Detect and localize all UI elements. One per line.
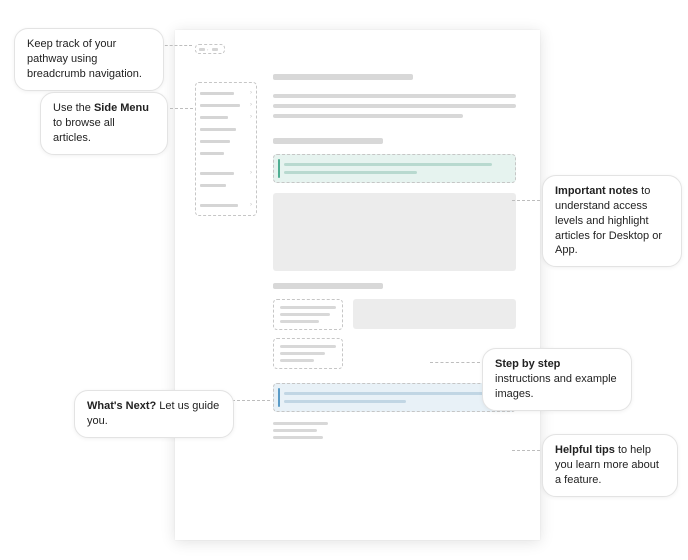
- step-row: [273, 299, 516, 330]
- side-menu-item[interactable]: [200, 149, 252, 157]
- helpful-tip-box: [273, 383, 516, 412]
- chevron-right-icon: ›: [250, 170, 252, 176]
- main-content: [273, 74, 516, 443]
- image-placeholder: [273, 193, 516, 271]
- chevron-right-icon: ›: [250, 202, 252, 208]
- callout-sidemenu: Use the Side Menu to browse all articles…: [40, 92, 168, 155]
- paragraph: [273, 94, 516, 124]
- callout-notes: Important notes to understand access lev…: [542, 175, 682, 267]
- section-heading: [273, 138, 383, 144]
- side-menu-item[interactable]: ›: [200, 169, 252, 177]
- side-menu-item[interactable]: ›: [200, 101, 252, 109]
- important-note-box: [273, 154, 516, 183]
- side-menu-item[interactable]: [200, 181, 252, 189]
- whats-next-box[interactable]: [273, 338, 343, 369]
- connector-line: [512, 200, 540, 201]
- side-menu-item[interactable]: [200, 125, 252, 133]
- side-menu-item[interactable]: ›: [200, 113, 252, 121]
- chevron-right-icon: ›: [250, 114, 252, 120]
- connector-line: [512, 450, 540, 451]
- crumb-item: [212, 48, 218, 51]
- side-menu[interactable]: › › › › ›: [195, 82, 257, 216]
- chevron-right-icon: ›: [250, 102, 252, 108]
- connector-line: [430, 362, 480, 363]
- callout-tips: Helpful tips to help you learn more abou…: [542, 434, 678, 497]
- breadcrumb[interactable]: ›: [195, 44, 225, 54]
- step-text: [273, 299, 343, 330]
- callout-breadcrumb: Keep track of your pathway using breadcr…: [14, 28, 164, 91]
- connector-line: [160, 45, 192, 46]
- page-mock: › › › › › ›: [175, 30, 540, 540]
- footer-text: [273, 422, 328, 443]
- side-menu-item[interactable]: ›: [200, 201, 252, 209]
- callout-whatsnext: What's Next? Let us guide you.: [74, 390, 234, 438]
- chevron-right-icon: ›: [207, 48, 210, 51]
- callout-steps: Step by step instructions and example im…: [482, 348, 632, 411]
- chevron-right-icon: ›: [250, 90, 252, 96]
- side-menu-item[interactable]: [200, 137, 252, 145]
- step-image: [353, 299, 516, 329]
- connector-line: [165, 108, 193, 109]
- side-menu-item[interactable]: ›: [200, 89, 252, 97]
- crumb-item: [199, 48, 205, 51]
- connector-line: [232, 400, 270, 401]
